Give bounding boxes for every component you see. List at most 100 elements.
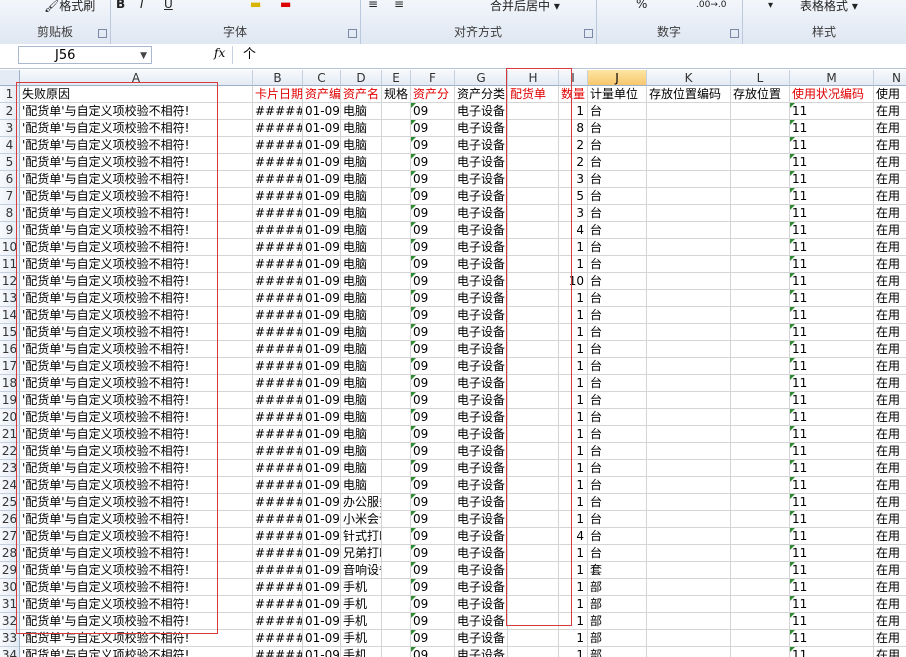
table-cell[interactable] [508, 273, 559, 290]
row-header[interactable]: 22 [0, 443, 20, 460]
table-cell[interactable]: 台 [588, 290, 647, 307]
table-cell[interactable]: 01-09- [303, 545, 341, 562]
table-cell[interactable]: 电脑 [341, 171, 382, 188]
table-cell[interactable]: 01-09- [303, 103, 341, 120]
table-cell[interactable]: 09 [411, 324, 455, 341]
table-cell[interactable] [731, 358, 790, 375]
fx-icon[interactable]: fx [214, 46, 225, 60]
table-cell[interactable]: 电子设备 [455, 154, 508, 171]
table-cell[interactable]: 台 [588, 443, 647, 460]
table-cell[interactable] [647, 171, 731, 188]
table-cell[interactable]: 电子设备 [455, 205, 508, 222]
table-cell[interactable]: 电子设备 [455, 341, 508, 358]
table-cell[interactable]: 针式打印机 [341, 528, 382, 545]
table-cell[interactable] [508, 579, 559, 596]
table-cell[interactable]: 兄弟打印机 [341, 545, 382, 562]
row-header[interactable]: 9 [0, 222, 20, 239]
table-cell[interactable]: 电子设备 [455, 545, 508, 562]
table-cell[interactable]: ###### [253, 545, 303, 562]
table-cell[interactable]: 01-09- [303, 426, 341, 443]
table-cell[interactable]: 09 [411, 528, 455, 545]
table-cell[interactable]: 电子设备 [455, 409, 508, 426]
table-cell[interactable] [647, 103, 731, 120]
table-cell[interactable]: 09 [411, 511, 455, 528]
table-cell[interactable]: 11 [790, 239, 874, 256]
table-cell[interactable] [382, 409, 411, 426]
row-header[interactable]: 31 [0, 596, 20, 613]
table-cell[interactable]: 在用 [874, 392, 906, 409]
table-cell[interactable]: 1 [559, 630, 588, 647]
table-cell[interactable]: 台 [588, 392, 647, 409]
table-cell[interactable]: 09 [411, 120, 455, 137]
table-cell[interactable] [382, 222, 411, 239]
row-header[interactable]: 32 [0, 613, 20, 630]
table-cell[interactable]: 01-09- [303, 120, 341, 137]
table-cell[interactable] [508, 477, 559, 494]
row-header[interactable]: 16 [0, 341, 20, 358]
table-cell[interactable] [731, 562, 790, 579]
table-cell[interactable]: 在用 [874, 647, 906, 657]
table-cell[interactable]: ###### [253, 290, 303, 307]
row-header[interactable]: 19 [0, 392, 20, 409]
table-cell[interactable]: 11 [790, 375, 874, 392]
table-cell[interactable] [731, 426, 790, 443]
name-box[interactable]: J56 ▼ [18, 46, 152, 64]
table-cell[interactable]: 台 [588, 545, 647, 562]
table-cell[interactable] [731, 647, 790, 657]
table-cell[interactable]: 在用 [874, 613, 906, 630]
table-cell[interactable] [647, 137, 731, 154]
table-cell[interactable]: 在用 [874, 409, 906, 426]
table-cell[interactable] [508, 137, 559, 154]
table-cell[interactable]: '配货单'与自定义项校验不相符! [20, 528, 253, 545]
table-cell[interactable]: 11 [790, 273, 874, 290]
table-cell[interactable]: 电子设备 [455, 579, 508, 596]
table-cell[interactable]: ###### [253, 103, 303, 120]
table-cell[interactable]: 11 [790, 222, 874, 239]
table-cell[interactable]: ###### [253, 494, 303, 511]
row-header[interactable]: 7 [0, 188, 20, 205]
table-cell[interactable]: '配货单'与自定义项校验不相符! [20, 137, 253, 154]
table-cell[interactable]: 在用 [874, 630, 906, 647]
table-cell[interactable] [731, 392, 790, 409]
table-cell[interactable]: 电脑 [341, 120, 382, 137]
table-cell[interactable] [382, 477, 411, 494]
row-header[interactable]: 11 [0, 256, 20, 273]
table-cell[interactable]: 电子设备 [455, 477, 508, 494]
table-cell[interactable]: '配货单'与自定义项校验不相符! [20, 579, 253, 596]
clipboard-launcher-icon[interactable] [98, 29, 107, 38]
table-cell[interactable]: 小米会议显 [341, 511, 382, 528]
table-cell[interactable]: 电子设备 [455, 358, 508, 375]
table-cell[interactable] [731, 256, 790, 273]
table-cell[interactable]: 01-09- [303, 273, 341, 290]
font-color-icon[interactable]: ▬ [280, 0, 291, 11]
table-cell[interactable]: 09 [411, 426, 455, 443]
header-cell[interactable]: 资产编 [303, 86, 341, 103]
table-cell[interactable]: ###### [253, 443, 303, 460]
table-cell[interactable]: '配货单'与自定义项校验不相符! [20, 613, 253, 630]
table-cell[interactable]: 09 [411, 613, 455, 630]
table-cell[interactable]: ###### [253, 273, 303, 290]
table-cell[interactable]: 在用 [874, 426, 906, 443]
table-cell[interactable]: 10 [559, 273, 588, 290]
row-header[interactable]: 18 [0, 375, 20, 392]
table-cell[interactable]: ###### [253, 596, 303, 613]
table-cell[interactable] [508, 154, 559, 171]
merge-center-button[interactable]: 合并后居中 ▾ [490, 0, 560, 14]
table-cell[interactable]: 09 [411, 409, 455, 426]
table-cell[interactable]: 01-09- [303, 596, 341, 613]
table-cell[interactable]: 在用 [874, 290, 906, 307]
table-cell[interactable] [382, 647, 411, 657]
table-cell[interactable]: 台 [588, 239, 647, 256]
table-cell[interactable]: 台 [588, 528, 647, 545]
table-cell[interactable] [731, 596, 790, 613]
table-cell[interactable] [731, 120, 790, 137]
table-cell[interactable]: 1 [559, 477, 588, 494]
table-cell[interactable]: 电子设备 [455, 630, 508, 647]
table-cell[interactable] [508, 562, 559, 579]
table-cell[interactable]: 在用 [874, 443, 906, 460]
table-cell[interactable]: 在用 [874, 545, 906, 562]
table-cell[interactable]: 电脑 [341, 426, 382, 443]
table-cell[interactable]: 11 [790, 460, 874, 477]
table-cell[interactable]: 电子设备 [455, 528, 508, 545]
table-cell[interactable]: 手机 [341, 647, 382, 657]
